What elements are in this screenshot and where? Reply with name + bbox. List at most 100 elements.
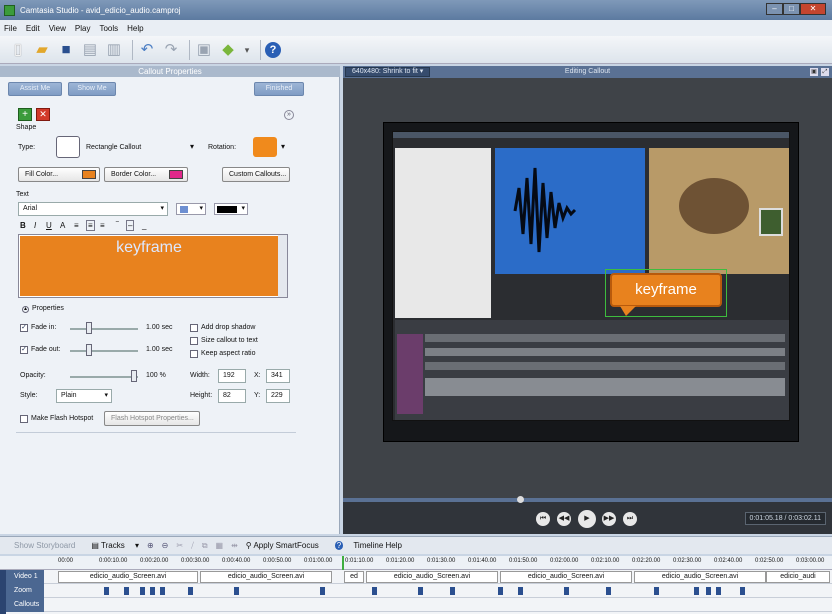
zoom-keyframe-marker[interactable] bbox=[564, 587, 569, 595]
opacity-slider-track[interactable] bbox=[70, 376, 138, 378]
play-icon[interactable]: ▶ bbox=[578, 510, 596, 528]
font-dropdown[interactable]: Arial ▾ bbox=[18, 202, 168, 216]
save-icon[interactable]: ■ bbox=[56, 40, 76, 60]
zoom-keyframe-marker[interactable] bbox=[372, 587, 377, 595]
font-color-picker[interactable]: ▾ bbox=[214, 203, 248, 215]
extend-frame-icon[interactable]: ⇹ bbox=[231, 541, 238, 550]
assist-me-button[interactable]: Assist Me bbox=[8, 82, 62, 96]
zoom-keyframe-marker[interactable] bbox=[104, 587, 109, 595]
apply-smartfocus-button[interactable]: ⚲ Apply SmartFocus bbox=[246, 541, 327, 550]
height-field[interactable]: 82 bbox=[218, 389, 246, 403]
split-icon[interactable]: ⧸ bbox=[191, 541, 194, 551]
x-field[interactable]: 341 bbox=[266, 369, 290, 383]
zoom-out-icon[interactable]: ⊖ bbox=[162, 541, 169, 550]
zoom-in-icon[interactable]: ⊕ bbox=[147, 541, 154, 550]
video-clip[interactable]: edicio_audio_Screen.avi bbox=[500, 571, 632, 583]
new-project-icon[interactable]: ▯ bbox=[8, 40, 28, 60]
timeline-help-button[interactable]: ? Timeline Help bbox=[334, 541, 410, 550]
help-icon[interactable]: ? bbox=[265, 41, 281, 58]
fullscreen-icon[interactable]: ⤢ bbox=[821, 68, 829, 76]
italic-icon[interactable]: I bbox=[34, 221, 36, 230]
record-screen-icon[interactable]: ▣ bbox=[194, 40, 214, 60]
paste-icon[interactable]: ▦ bbox=[216, 541, 224, 550]
import-media-icon[interactable]: ▥ bbox=[104, 40, 124, 60]
zoom-keyframe-marker[interactable] bbox=[740, 587, 745, 595]
fade-in-checkbox[interactable]: ✓ bbox=[20, 324, 28, 332]
cut-icon[interactable]: ✂ bbox=[176, 541, 183, 550]
seek-thumb[interactable] bbox=[517, 496, 524, 503]
preview-size-dropdown[interactable]: 640x480: Shrink to fit ▾ bbox=[345, 67, 431, 77]
drop-shadow-checkbox[interactable] bbox=[190, 324, 198, 332]
open-folder-icon[interactable]: ▰ bbox=[32, 40, 52, 60]
size-callout-checkbox[interactable] bbox=[190, 337, 198, 345]
close-button[interactable]: ✕ bbox=[800, 3, 826, 15]
minimize-button[interactable]: – bbox=[766, 3, 783, 15]
fade-out-slider-thumb[interactable] bbox=[86, 344, 92, 356]
menu-file[interactable]: File bbox=[4, 24, 17, 33]
callout-selection-box[interactable]: keyframe bbox=[605, 269, 727, 317]
zoom-keyframe-marker[interactable] bbox=[234, 587, 239, 595]
video-clip[interactable]: ed bbox=[344, 571, 364, 583]
text-editor-scrollbar[interactable] bbox=[278, 235, 287, 297]
finished-button[interactable]: Finished bbox=[254, 82, 304, 96]
zoom-keyframe-marker[interactable] bbox=[188, 587, 193, 595]
flash-hotspot-properties-button[interactable]: Flash Hotspot Properties... bbox=[104, 411, 200, 426]
timeline-ruler[interactable]: 00:00 0:00:10.00 0:00:20.00 0:00:30.00 0:00:… bbox=[0, 556, 832, 570]
go-to-start-icon[interactable]: ⏮ bbox=[536, 512, 550, 526]
vertical-align-bottom-icon[interactable]: _ bbox=[142, 221, 146, 230]
menu-view[interactable]: View bbox=[49, 24, 66, 33]
zoom-keyframe-marker[interactable] bbox=[450, 587, 455, 595]
undock-icon[interactable]: ▣ bbox=[810, 68, 818, 76]
fade-in-slider-thumb[interactable] bbox=[86, 322, 92, 334]
menu-edit[interactable]: Edit bbox=[26, 24, 40, 33]
zoom-keyframe-marker[interactable] bbox=[654, 587, 659, 595]
zoom-keyframe-marker[interactable] bbox=[498, 587, 503, 595]
produce-dropdown-arrow-icon[interactable]: ▾ bbox=[242, 40, 252, 60]
rewind-icon[interactable]: ◀◀ bbox=[557, 512, 571, 526]
zoom-keyframe-marker[interactable] bbox=[418, 587, 423, 595]
fade-in-slider-track[interactable] bbox=[70, 328, 138, 330]
align-left-icon[interactable]: ≡ bbox=[74, 221, 79, 230]
zoom-keyframe-marker[interactable] bbox=[706, 587, 711, 595]
font-size-dropdown[interactable]: ▾ bbox=[176, 203, 206, 215]
properties-collapse-icon[interactable]: ▴ bbox=[22, 306, 29, 313]
custom-callouts-button[interactable]: Custom Callouts... bbox=[222, 167, 290, 182]
zoom-keyframe-marker[interactable] bbox=[716, 587, 721, 595]
video-clip[interactable]: edicio_audio_Screen.avi bbox=[200, 571, 332, 583]
vertical-align-top-icon[interactable]: ‾ bbox=[116, 221, 119, 230]
type-dropdown[interactable]: Rectangle Callout bbox=[86, 144, 196, 151]
zoom-keyframe-marker[interactable] bbox=[140, 587, 145, 595]
callout-text-area[interactable]: keyframe bbox=[20, 236, 278, 296]
vertical-align-middle-icon[interactable]: – bbox=[126, 220, 135, 231]
font-dialog-icon[interactable]: A bbox=[60, 221, 65, 230]
rotation-dropdown-arrow-icon[interactable]: ▾ bbox=[281, 142, 285, 151]
maximize-button[interactable]: □ bbox=[783, 3, 800, 15]
bold-icon[interactable]: B bbox=[20, 221, 26, 230]
align-center-icon[interactable]: ≡ bbox=[86, 220, 95, 231]
zoom-keyframe-marker[interactable] bbox=[694, 587, 699, 595]
zoom-keyframe-marker[interactable] bbox=[606, 587, 611, 595]
y-field[interactable]: 229 bbox=[266, 389, 290, 403]
fast-forward-icon[interactable]: ▶▶ bbox=[602, 512, 616, 526]
fade-out-checkbox[interactable]: ✓ bbox=[20, 346, 28, 354]
opacity-slider-thumb[interactable] bbox=[131, 370, 137, 382]
underline-icon[interactable]: U bbox=[46, 221, 52, 230]
callout-text-editor[interactable]: keyframe bbox=[18, 234, 288, 298]
menu-tools[interactable]: Tools bbox=[99, 24, 118, 33]
redo-icon[interactable]: ↷ bbox=[161, 40, 181, 60]
menu-help[interactable]: Help bbox=[127, 24, 143, 33]
copy-icon[interactable]: ⧉ bbox=[202, 541, 208, 551]
add-callout-icon[interactable]: + bbox=[18, 108, 32, 121]
print-icon[interactable]: ▤ bbox=[80, 40, 100, 60]
collapse-icon[interactable]: » bbox=[284, 110, 294, 120]
type-dropdown-arrow-icon[interactable]: ▾ bbox=[190, 142, 194, 151]
video-clip[interactable]: edicio_audio_Screen.avi bbox=[634, 571, 766, 583]
delete-callout-icon[interactable]: ✕ bbox=[36, 108, 50, 121]
width-field[interactable]: 192 bbox=[218, 369, 246, 383]
tracks-dropdown[interactable]: ▤ Tracks ▾ bbox=[91, 541, 139, 550]
style-dropdown[interactable]: Plain ▾ bbox=[56, 389, 112, 403]
seek-bar[interactable] bbox=[343, 498, 832, 502]
show-me-button[interactable]: Show Me bbox=[68, 82, 116, 96]
video-clip[interactable]: edicio_audi bbox=[766, 571, 830, 583]
menu-play[interactable]: Play bbox=[75, 24, 91, 33]
